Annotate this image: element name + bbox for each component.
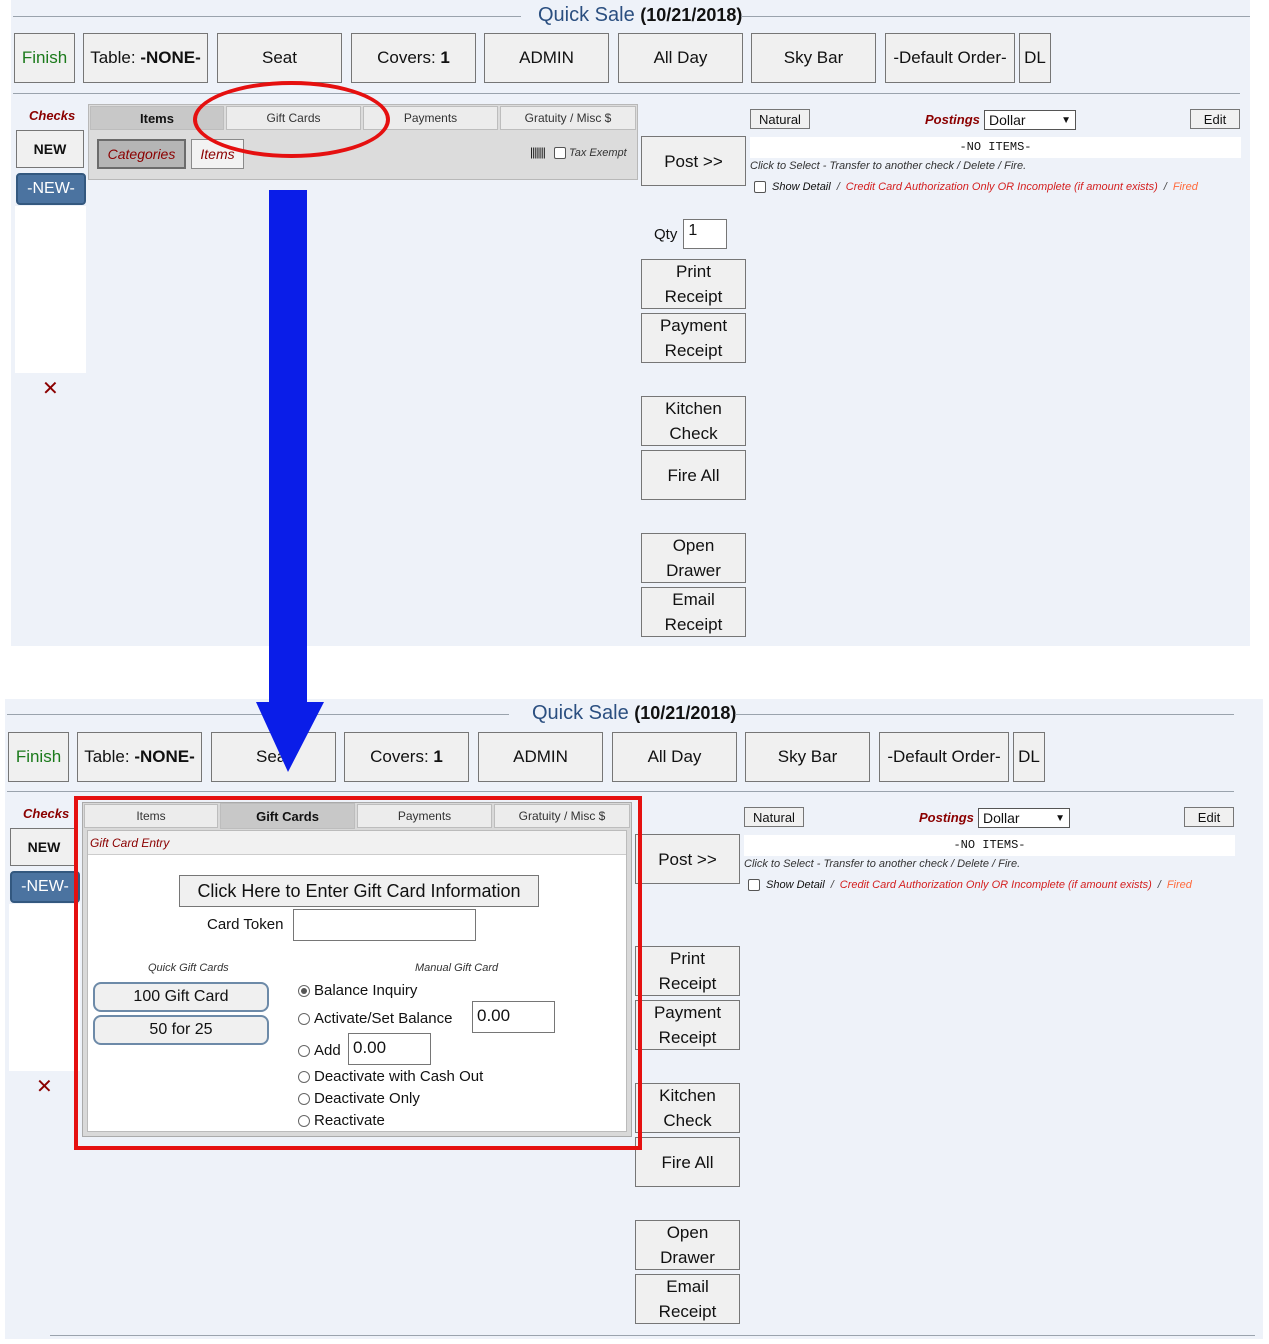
detail-legend: Show Detail / Credit Card Authorization … — [748, 879, 1192, 891]
natural-button[interactable]: Natural — [750, 109, 810, 129]
toolbar-divider — [13, 93, 1240, 94]
qty-input[interactable]: 1 — [683, 219, 728, 249]
table-button[interactable]: Table: -NONE- — [83, 33, 208, 83]
order-hint: Click to Select - Transfer to another ch… — [744, 858, 1021, 870]
seat-button[interactable]: Seat — [217, 33, 342, 83]
check-item-new[interactable]: -NEW- — [16, 173, 86, 205]
sky-bar-button[interactable]: Sky Bar — [745, 732, 870, 782]
kitchen-check-button[interactable]: Kitchen Check — [635, 1083, 740, 1133]
tax-exempt-toggle[interactable]: Tax Exempt — [554, 147, 627, 159]
natural-button[interactable]: Natural — [744, 807, 804, 827]
dl-button[interactable]: DL — [1013, 732, 1045, 782]
dl-button[interactable]: DL — [1019, 33, 1051, 83]
page-title: Quick Sale (10/21/2018) — [532, 702, 737, 724]
postings-select[interactable]: Dollar ▼ — [978, 808, 1070, 828]
table-button[interactable]: Table: -NONE- — [77, 732, 202, 782]
all-day-button[interactable]: All Day — [618, 33, 743, 83]
checks-list — [15, 206, 86, 373]
new-check-button[interactable]: NEW — [10, 828, 78, 866]
new-check-button[interactable]: NEW — [16, 130, 84, 168]
email-receipt-button[interactable]: Email Receipt — [635, 1274, 740, 1324]
order-items-list[interactable]: -NO ITEMS- — [744, 835, 1235, 856]
edit-button[interactable]: Edit — [1190, 109, 1240, 129]
annotation-highlight-box — [74, 796, 642, 1150]
finish-button[interactable]: Finish — [14, 33, 75, 83]
tax-exempt-checkbox[interactable] — [554, 147, 566, 159]
kitchen-check-button[interactable]: Kitchen Check — [641, 396, 746, 446]
show-detail-checkbox[interactable] — [748, 879, 760, 891]
finish-button[interactable]: Finish — [8, 732, 69, 782]
qty-control: Qty 1 — [654, 219, 728, 249]
payment-receipt-button[interactable]: Payment Receipt — [641, 313, 746, 363]
fire-all-button[interactable]: Fire All — [641, 450, 746, 500]
post-button[interactable]: Post >> — [635, 834, 740, 884]
check-item-new[interactable]: -NEW- — [10, 871, 80, 903]
fire-all-button[interactable]: Fire All — [635, 1137, 740, 1187]
tab-gratuity[interactable]: Gratuity / Misc $ — [500, 106, 636, 130]
header-rule-right — [741, 16, 1250, 17]
order-items-list[interactable]: -NO ITEMS- — [750, 137, 1241, 158]
sky-bar-button[interactable]: Sky Bar — [751, 33, 876, 83]
bottom-rule — [50, 1335, 1255, 1336]
postings-select[interactable]: Dollar ▼ — [984, 110, 1076, 130]
chevron-down-icon: ▼ — [1061, 114, 1071, 126]
page-title: Quick Sale (10/21/2018) — [538, 4, 743, 26]
show-detail-checkbox[interactable] — [754, 181, 766, 193]
detail-legend: Show Detail / Credit Card Authorization … — [754, 181, 1198, 193]
categories-button[interactable]: Categories — [97, 139, 186, 169]
email-receipt-button[interactable]: Email Receipt — [641, 587, 746, 637]
delete-check-icon[interactable]: ✕ — [36, 1074, 53, 1099]
post-button[interactable]: Post >> — [641, 136, 746, 186]
print-receipt-button[interactable]: Print Receipt — [635, 946, 740, 996]
toolbar-divider — [7, 791, 1234, 792]
default-order-button[interactable]: -Default Order- — [879, 732, 1009, 782]
header-rule-right — [735, 714, 1234, 715]
covers-button[interactable]: Covers: 1 — [344, 732, 469, 782]
delete-check-icon[interactable]: ✕ — [42, 376, 59, 401]
payment-receipt-button[interactable]: Payment Receipt — [635, 1000, 740, 1050]
admin-button[interactable]: ADMIN — [478, 732, 603, 782]
annotation-circle — [193, 81, 390, 158]
edit-button[interactable]: Edit — [1184, 807, 1234, 827]
arrow-shape — [256, 190, 324, 772]
open-drawer-button[interactable]: Open Drawer — [641, 533, 746, 583]
checks-list — [9, 904, 80, 1071]
admin-button[interactable]: ADMIN — [484, 33, 609, 83]
annotation-arrow — [256, 190, 324, 772]
default-order-button[interactable]: -Default Order- — [885, 33, 1015, 83]
checks-label: Checks — [23, 806, 70, 821]
postings-label: Postings — [919, 810, 974, 825]
print-receipt-button[interactable]: Print Receipt — [641, 259, 746, 309]
postings-label: Postings — [925, 112, 980, 127]
screen-before: Quick Sale (10/21/2018) Finish Table: -N… — [11, 0, 1250, 646]
open-drawer-button[interactable]: Open Drawer — [635, 1220, 740, 1270]
header-rule-left — [13, 16, 521, 17]
chevron-down-icon: ▼ — [1055, 812, 1065, 824]
barcode-icon[interactable]: ||||||| — [530, 145, 546, 159]
covers-button[interactable]: Covers: 1 — [351, 33, 476, 83]
order-hint: Click to Select - Transfer to another ch… — [750, 160, 1027, 172]
all-day-button[interactable]: All Day — [612, 732, 737, 782]
checks-label: Checks — [29, 108, 76, 123]
